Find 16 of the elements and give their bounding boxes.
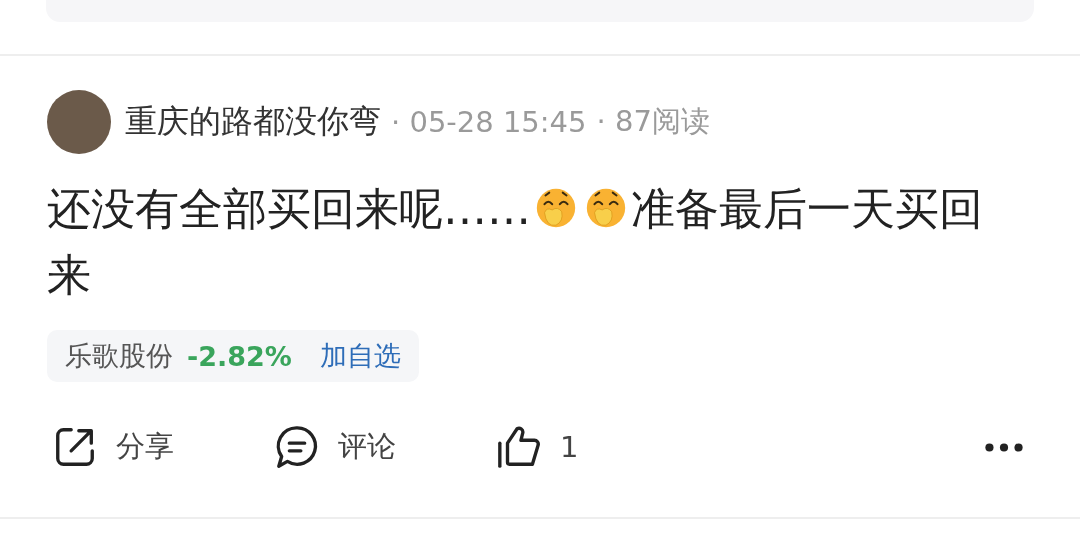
like-label[interactable]: 1 <box>560 430 579 464</box>
comment-label[interactable]: 评论 <box>338 427 396 467</box>
post-text: 还没有全部买回来呢…… <box>47 182 531 236</box>
share-label[interactable]: 分享 <box>116 427 174 467</box>
stock-chip[interactable]: 乐歌股份 -2.82% 加自选 <box>47 330 419 382</box>
post-text: 来 <box>47 248 91 302</box>
post-time: · 05-28 15:45 <box>391 105 587 139</box>
thumbs-up-icon[interactable] <box>496 424 542 470</box>
author-name[interactable]: 重庆的路都没你弯 <box>125 100 381 144</box>
post-text: 准备最后一天买回 <box>631 182 983 236</box>
more-icon[interactable] <box>984 441 1024 453</box>
add-watchlist-link[interactable]: 加自选 <box>319 338 401 374</box>
stock-name[interactable]: 乐歌股份 <box>65 338 173 374</box>
read-count: · 87阅读 <box>596 103 710 140</box>
comment-icon[interactable] <box>274 424 320 470</box>
stock-change: -2.82% <box>187 340 292 372</box>
